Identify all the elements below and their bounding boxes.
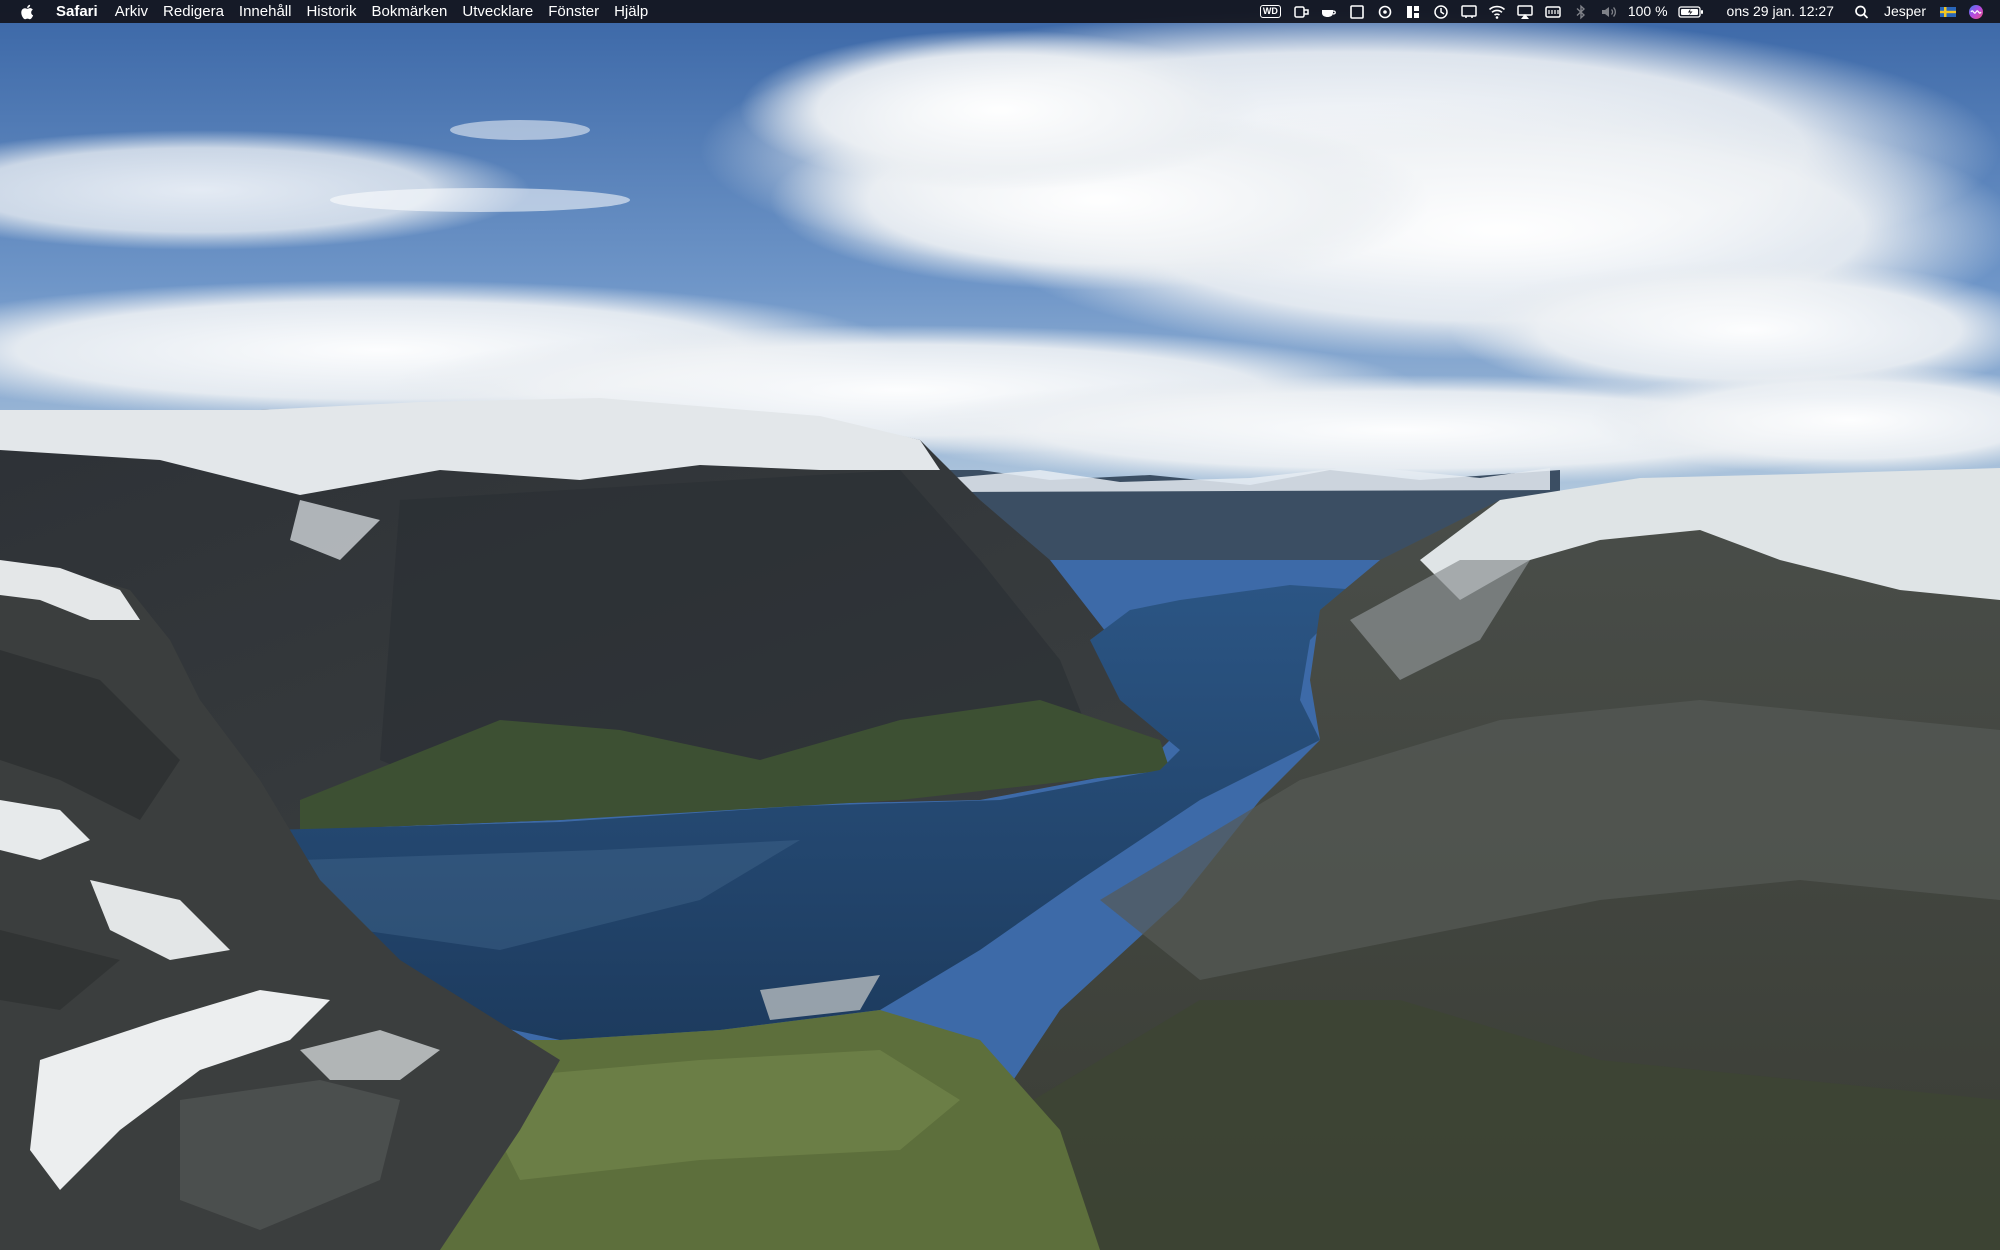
menu-bar-right: WD 100 % ons 29 jan. 12:27 Jesper [1254,0,1990,23]
airplay-icon[interactable] [1516,4,1534,20]
screen-share-icon[interactable] [1460,4,1478,20]
menu-fonster[interactable]: Fönster [548,0,599,23]
menu-hjalp[interactable]: Hjälp [614,0,648,23]
spotlight-search-icon[interactable] [1853,4,1871,20]
wallpaper-landscape [0,0,2000,1250]
menu-redigera[interactable]: Redigera [163,0,224,23]
user-name[interactable]: Jesper [1884,0,1926,23]
memory-icon[interactable] [1544,4,1562,20]
apple-menu-icon[interactable] [20,3,36,21]
wifi-icon[interactable] [1488,4,1506,20]
menu-historik[interactable]: Historik [306,0,356,23]
swedish-flag-icon[interactable] [1939,4,1957,20]
dashboard-icon[interactable] [1404,4,1422,20]
menu-bar-clock[interactable]: ons 29 jan. 12:27 [1727,0,1834,23]
window-icon[interactable] [1348,4,1366,20]
menu-innehall[interactable]: Innehåll [239,0,292,23]
istat-icon[interactable] [1376,4,1394,20]
battery-percent: 100 % [1627,3,1668,19]
menu-utvecklare[interactable]: Utvecklare [462,0,533,23]
usb-drive-icon[interactable] [1292,4,1310,20]
bluetooth-icon[interactable] [1572,4,1590,20]
menu-bar-left: Safari Arkiv Redigera Innehåll Historik … [20,0,663,23]
desktop: Safari Arkiv Redigera Innehåll Historik … [0,0,2000,1250]
menu-arkiv[interactable]: Arkiv [115,0,148,23]
volume-icon[interactable] [1600,4,1618,20]
menu-bokmarken[interactable]: Bokmärken [371,0,447,23]
menu-app-name[interactable]: Safari [56,0,98,23]
coffee-cup-icon[interactable] [1320,4,1338,20]
battery-icon[interactable] [1677,4,1704,20]
siri-icon[interactable] [1967,4,1985,20]
time-machine-icon[interactable] [1432,4,1450,20]
menu-bar: Safari Arkiv Redigera Innehåll Historik … [0,0,2000,23]
wd-drive-icon[interactable]: WD [1259,5,1281,18]
